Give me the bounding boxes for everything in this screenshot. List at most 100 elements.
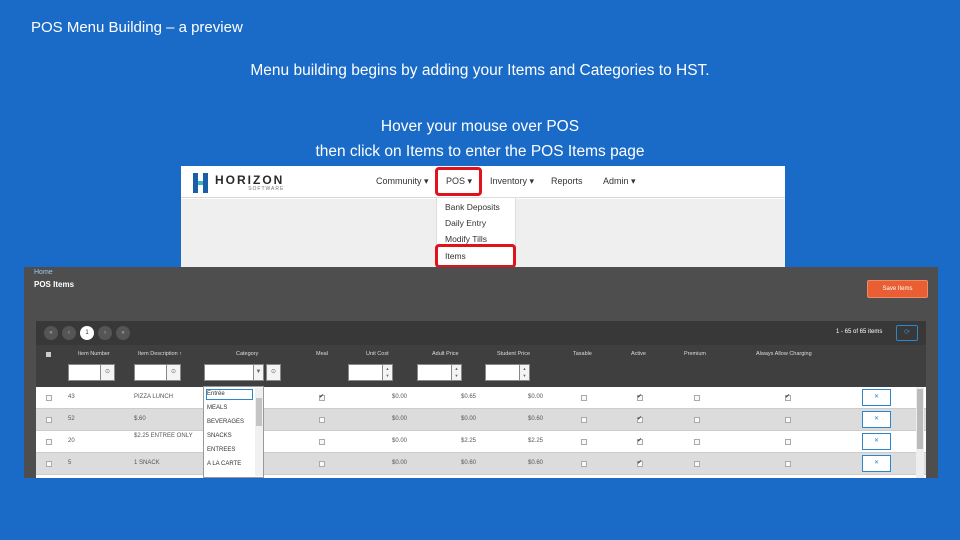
pager-current-page[interactable]: 1 [80,326,94,340]
col-adult-price[interactable]: Adult Price [432,351,459,357]
spin-down-icon[interactable]: ▼ [386,373,390,378]
refresh-icon[interactable]: ⟳ [896,325,918,341]
cell-meal-checkbox[interactable] [319,417,325,423]
nav-reports[interactable]: Reports [551,176,583,186]
cell-meal-checkbox[interactable] [319,439,325,445]
cell-premium-checkbox[interactable] [694,461,700,467]
category-dropdown-scrollbar-thumb[interactable] [256,398,262,426]
filter-item-description[interactable] [134,364,167,381]
adult-price-spinner[interactable]: ▲ ▼ [451,364,462,381]
cell-active-checkbox[interactable] [637,415,643,423]
row-select-checkbox[interactable] [46,417,52,423]
category-option[interactable]: SNACKS [207,433,232,439]
cell-adult-price: $0.65 [461,394,477,400]
menu-modify-tills[interactable]: Modify Tills [445,234,487,244]
filter-category[interactable] [204,364,254,381]
col-item-description[interactable]: Item Description ↑ [138,351,182,357]
table-row[interactable]: 20 $2.25 ENTREE ONLY $0.00 $2.25 $2.25 ✕ [36,431,926,453]
cell-meal-checkbox[interactable] [319,461,325,467]
row-edit-button[interactable]: ✕ [862,455,891,472]
spin-up-icon[interactable]: ▲ [386,366,390,371]
col-meal[interactable]: Meal [316,351,328,357]
items-grid: « ‹ 1 › » 1 - 65 of 65 items ⟳ Item Numb… [36,321,926,478]
category-option[interactable]: ENTREES [207,447,235,453]
cell-active-checkbox[interactable] [637,393,643,401]
pager-prev[interactable]: ‹ [62,326,76,340]
row-select-checkbox[interactable] [46,439,52,445]
category-option[interactable]: BEVERAGES [207,419,244,425]
col-taxable[interactable]: Taxable [573,351,592,357]
table-row[interactable]: 5 1 SNACK $0.00 $0.60 $0.60 ✕ [36,453,926,475]
category-option[interactable]: MEALS [207,405,227,411]
cell-always-checkbox[interactable] [785,439,791,445]
table-row[interactable]: 43 PIZZA LUNCH $0.00 $0.65 $0.00 ✕ [36,387,926,409]
col-category[interactable]: Category [236,351,258,357]
save-items-button[interactable]: Save Items [867,280,928,298]
col-active[interactable]: Active [631,351,646,357]
category-dropdown-scrollbar[interactable] [255,388,263,476]
pager-last[interactable]: » [116,326,130,340]
cell-taxable-checkbox[interactable] [581,417,587,423]
cell-description: 1 SNACK [134,460,160,466]
col-premium[interactable]: Premium [684,351,706,357]
category-option[interactable]: Entrée [207,391,225,397]
caption-intro: Menu building begins by adding your Item… [250,62,710,79]
cell-always-checkbox[interactable] [785,393,791,401]
cell-premium-checkbox[interactable] [694,417,700,423]
logo-subtext: SOFTWARE [248,185,285,192]
horizon-logo[interactable]: HORIZON SOFTWARE [193,172,284,194]
cell-premium-checkbox[interactable] [694,439,700,445]
cell-unit-cost: $0.00 [392,438,408,444]
cell-unit-cost: $0.00 [392,460,408,466]
cell-taxable-checkbox[interactable] [581,439,587,445]
cell-always-checkbox[interactable] [785,417,791,423]
chevron-down-icon[interactable]: ▼ [253,364,264,381]
spin-up-icon[interactable]: ▲ [523,366,527,371]
spin-down-icon[interactable]: ▼ [523,373,527,378]
nav-community[interactable]: Community ▾ [376,176,429,187]
cell-meal-checkbox[interactable] [319,393,325,401]
nav-admin[interactable]: Admin ▾ [603,176,636,187]
cell-taxable-checkbox[interactable] [581,461,587,467]
cell-description: $2.25 ENTREE ONLY [134,433,193,439]
col-unit-cost[interactable]: Unit Cost [366,351,389,357]
cell-taxable-checkbox[interactable] [581,395,587,401]
filter-icon[interactable]: ⊙ [166,364,181,381]
cell-active-checkbox[interactable] [637,437,643,445]
filter-student-price[interactable] [485,364,522,381]
filter-icon[interactable]: ⊙ [100,364,115,381]
pager-first[interactable]: « [44,326,58,340]
filter-item-number[interactable] [68,364,101,381]
grid-scrollbar-thumb[interactable] [917,389,923,449]
caption-hover: Hover your mouse over POS [380,118,580,135]
unit-cost-spinner[interactable]: ▲ ▼ [382,364,393,381]
filter-unit-cost[interactable] [348,364,385,381]
filter-icon[interactable]: ⊙ [266,364,281,381]
pos-items-screenshot: Home POS Items Save Items « ‹ 1 › » 1 - … [24,267,938,478]
row-select-checkbox[interactable] [46,395,52,401]
breadcrumb-home[interactable]: Home [34,269,53,276]
row-edit-button[interactable]: ✕ [862,433,891,450]
select-all-checkbox[interactable] [46,352,51,357]
menu-daily-entry[interactable]: Daily Entry [445,218,486,228]
filter-adult-price[interactable] [417,364,454,381]
category-option[interactable]: A LA CARTE [207,461,241,467]
cell-premium-checkbox[interactable] [694,395,700,401]
table-row[interactable]: 52 $.60 $0.00 $0.00 $0.60 ✕ [36,409,926,431]
row-edit-button[interactable]: ✕ [862,389,891,406]
col-student-price[interactable]: Student Price [497,351,530,357]
col-item-number[interactable]: Item Number [78,351,110,357]
cell-active-checkbox[interactable] [637,459,643,467]
spin-down-icon[interactable]: ▼ [455,373,459,378]
spin-up-icon[interactable]: ▲ [455,366,459,371]
cell-always-checkbox[interactable] [785,461,791,467]
pos-highlight-box [435,167,482,196]
row-edit-button[interactable]: ✕ [862,411,891,428]
menu-bank-deposits[interactable]: Bank Deposits [445,202,500,212]
row-select-checkbox[interactable] [46,461,52,467]
nav-inventory[interactable]: Inventory ▾ [490,176,534,187]
col-always-allow-charging[interactable]: Always Allow Charging [756,351,812,357]
pager-next[interactable]: › [98,326,112,340]
grid-scrollbar[interactable] [916,387,924,478]
student-price-spinner[interactable]: ▲ ▼ [519,364,530,381]
